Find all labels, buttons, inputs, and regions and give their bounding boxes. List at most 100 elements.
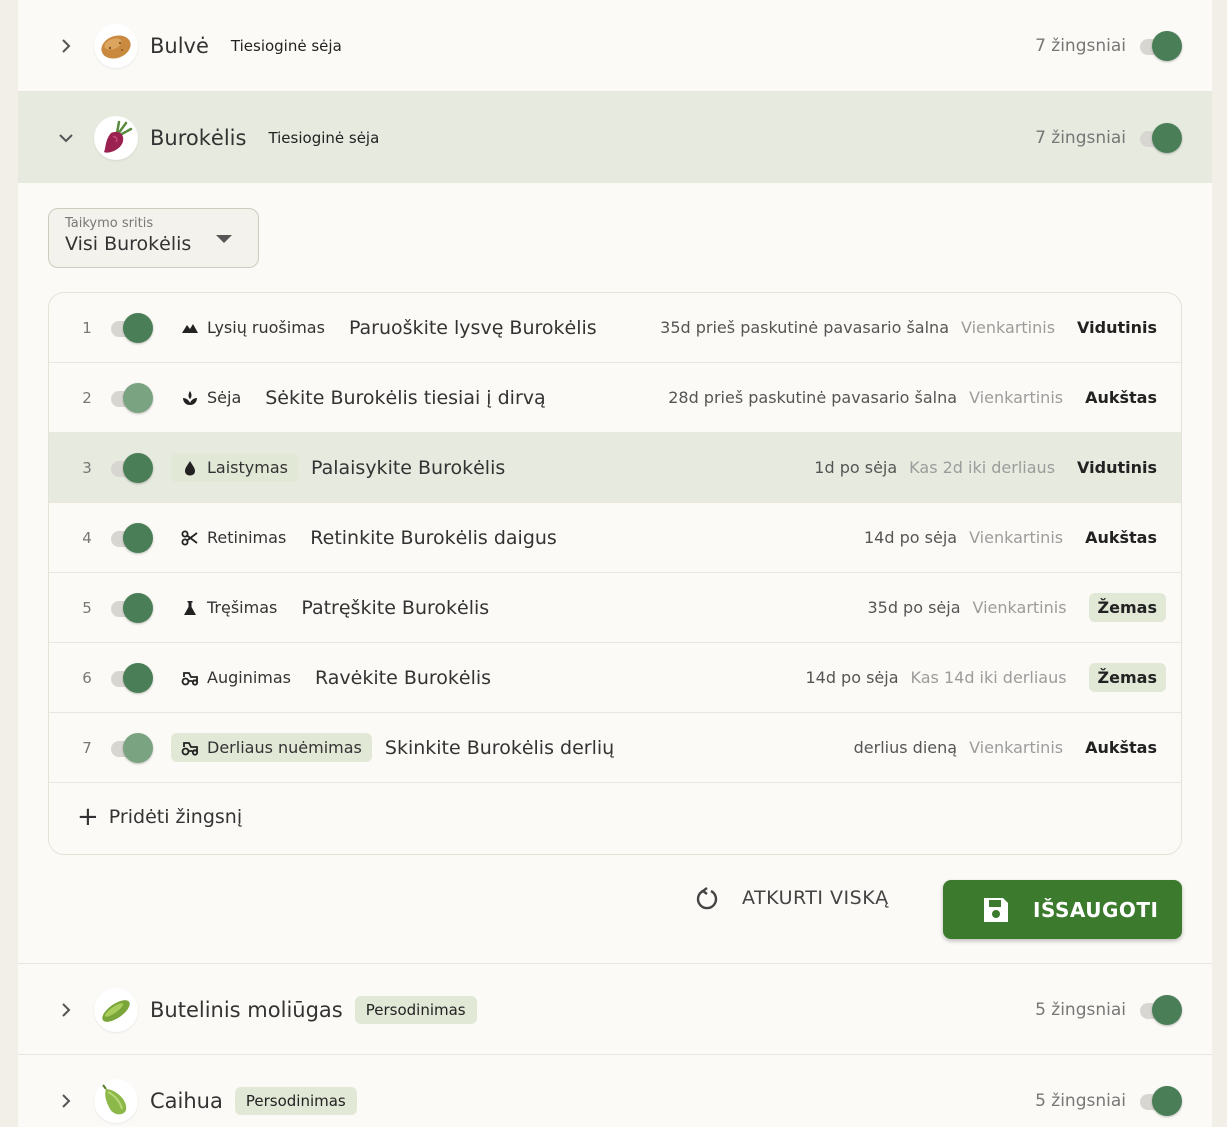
step-toggle[interactable]: [109, 732, 153, 763]
step-category: Retinimas: [181, 523, 286, 552]
chevron-right-icon[interactable]: [56, 1091, 76, 1111]
step-priority: Aukštas: [1085, 738, 1157, 757]
step-priority: Žemas: [1088, 663, 1166, 692]
chevron-down-icon[interactable]: [56, 128, 76, 148]
crop-panel-burokelis: Burokėlis Tiesioginė sėja 7 žingsniai Ta…: [18, 92, 1212, 964]
step-category: Sėja: [181, 383, 241, 412]
crop-enabled-toggle[interactable]: [1138, 122, 1182, 153]
bottle-gourd-icon: [94, 987, 138, 1032]
step-number: 2: [82, 388, 92, 407]
step-toggle[interactable]: [109, 522, 153, 553]
reset-all-label: ATKURTI VISKĄ: [742, 887, 889, 909]
step-row[interactable]: 1 Lysių ruošimas Paruoškite lysvę Burokė…: [49, 293, 1181, 363]
step-row[interactable]: 6 Auginimas Ravėkite Burokėlis 14d po sė…: [49, 643, 1181, 713]
step-toggle[interactable]: [109, 662, 153, 693]
step-row[interactable]: 5 Tręšimas Patręškite Burokėlis 35d po s…: [49, 573, 1181, 643]
step-frequency: Kas 14d iki derliaus: [910, 668, 1067, 687]
step-row[interactable]: 3 Laistymas Palaisykite Burokėlis 1d po …: [49, 433, 1181, 503]
step-row[interactable]: 7 Derliaus nuėmimas Skinkite Burokėlis d…: [49, 713, 1181, 783]
caret-down-icon: [216, 235, 232, 243]
crop-detail: Taikymo sritis Visi Burokėlis 1 Lysių ru…: [18, 183, 1212, 963]
crop-panel-caihua: Caihua Persodinimas 5 žingsniai: [18, 1055, 1212, 1127]
step-category-label: Auginimas: [207, 668, 291, 687]
step-toggle[interactable]: [109, 312, 153, 343]
step-task[interactable]: Paruoškite lysvę Burokėlis: [349, 317, 597, 339]
method-tag: Persodinimas: [354, 995, 477, 1024]
flask-icon: [184, 600, 196, 615]
crop-name: Bulvė: [150, 33, 209, 58]
step-number: 6: [82, 668, 92, 687]
steps-count: 5 žingsniai: [1035, 1090, 1126, 1111]
step-number: 7: [82, 738, 92, 757]
caihua-icon: [94, 1078, 138, 1123]
step-timing: 28d prieš paskutinė pavasario šalna: [668, 388, 958, 407]
crop-row-bulve[interactable]: Bulvė Tiesioginė sėja 7 žingsniai: [18, 0, 1212, 91]
step-number: 4: [82, 528, 92, 547]
steps-list: 1 Lysių ruošimas Paruoškite lysvę Burokė…: [48, 292, 1182, 855]
save-label: IŠSAUGOTI: [1033, 897, 1159, 922]
crop-enabled-toggle[interactable]: [1138, 1085, 1182, 1116]
step-priority: Aukštas: [1085, 528, 1157, 547]
step-task[interactable]: Patręškite Burokėlis: [301, 597, 489, 619]
water-drop-icon: [185, 460, 195, 475]
add-step-button[interactable]: + Pridėti žingsnį: [49, 783, 1181, 851]
scope-select[interactable]: Taikymo sritis Visi Burokėlis: [48, 208, 259, 268]
step-timing: 35d prieš paskutinė pavasario šalna: [660, 318, 949, 337]
reset-icon: [696, 887, 718, 910]
step-row[interactable]: 2 Sėja Sėkite Burokėlis tiesiai į dirvą …: [49, 363, 1181, 433]
step-frequency: Vienkartinis: [972, 598, 1067, 617]
step-number: 3: [82, 458, 92, 477]
potato-icon: [94, 23, 138, 68]
step-task[interactable]: Ravėkite Burokėlis: [315, 667, 491, 689]
crop-row-caihua[interactable]: Caihua Persodinimas 5 žingsniai: [18, 1055, 1212, 1127]
step-timing: 35d po sėja: [867, 598, 961, 617]
step-priority: Žemas: [1088, 593, 1166, 622]
scope-select-label: Taikymo sritis: [65, 216, 154, 231]
step-timing: derlius dieną: [853, 738, 958, 757]
add-step-label: Pridėti žingsnį: [108, 806, 243, 828]
step-toggle[interactable]: [109, 382, 153, 413]
crop-panel-bulve: Bulvė Tiesioginė sėja 7 žingsniai: [18, 0, 1212, 92]
step-task[interactable]: Retinkite Burokėlis daigus: [310, 527, 557, 549]
step-frequency: Vienkartinis: [961, 318, 1056, 337]
step-category: Laistymas: [171, 453, 298, 482]
crop-name: Burokėlis: [150, 125, 247, 150]
crop-enabled-toggle[interactable]: [1138, 30, 1182, 61]
method-label: Tiesioginė sėja: [230, 36, 342, 55]
step-task[interactable]: Skinkite Burokėlis derlių: [385, 737, 614, 759]
method-label: Tiesioginė sėja: [268, 128, 380, 147]
step-category-label: Retinimas: [207, 528, 287, 547]
crop-row-butelinis-moliugas[interactable]: Butelinis moliūgas Persodinimas 5 žingsn…: [18, 964, 1212, 1055]
crop-name: Caihua: [150, 1088, 223, 1113]
seedling-icon: [183, 390, 197, 405]
step-timing: 14d po sėja: [805, 668, 899, 687]
chevron-right-icon[interactable]: [56, 36, 76, 56]
step-task[interactable]: Sėkite Burokėlis tiesiai į dirvą: [265, 387, 545, 409]
crop-row-burokelis[interactable]: Burokėlis Tiesioginė sėja 7 žingsniai: [18, 92, 1212, 183]
step-number: 1: [82, 318, 92, 337]
steps-count: 7 žingsniai: [1035, 35, 1126, 56]
crop-name: Butelinis moliūgas: [150, 997, 343, 1022]
step-task[interactable]: Palaisykite Burokėlis: [311, 457, 505, 479]
crop-enabled-toggle[interactable]: [1138, 994, 1182, 1025]
plus-icon: +: [77, 802, 99, 832]
step-category-label: Sėja: [207, 388, 242, 407]
chevron-right-icon[interactable]: [56, 1000, 76, 1020]
steps-count: 5 žingsniai: [1035, 999, 1126, 1020]
step-timing: 1d po sėja: [814, 458, 898, 477]
step-category-label: Tręšimas: [207, 598, 278, 617]
tractor-icon: [181, 741, 199, 756]
method-tag: Persodinimas: [234, 1086, 357, 1115]
step-category-label: Derliaus nuėmimas: [207, 738, 362, 757]
step-toggle[interactable]: [109, 452, 153, 483]
step-category: Tręšimas: [181, 593, 277, 622]
crop-panel-butelinis-moliugas: Butelinis moliūgas Persodinimas 5 žingsn…: [18, 964, 1212, 1055]
step-priority: Vidutinis: [1077, 458, 1157, 477]
step-row[interactable]: 4 Retinimas Retinkite Burokėlis daigus 1…: [49, 503, 1181, 573]
step-priority: Aukštas: [1085, 388, 1157, 407]
bed-prep-icon: [182, 323, 198, 333]
step-frequency: Vienkartinis: [969, 738, 1064, 757]
save-button[interactable]: IŠSAUGOTI: [943, 880, 1182, 939]
step-toggle[interactable]: [109, 592, 153, 623]
reset-all-button[interactable]: ATKURTI VISKĄ: [694, 876, 889, 920]
